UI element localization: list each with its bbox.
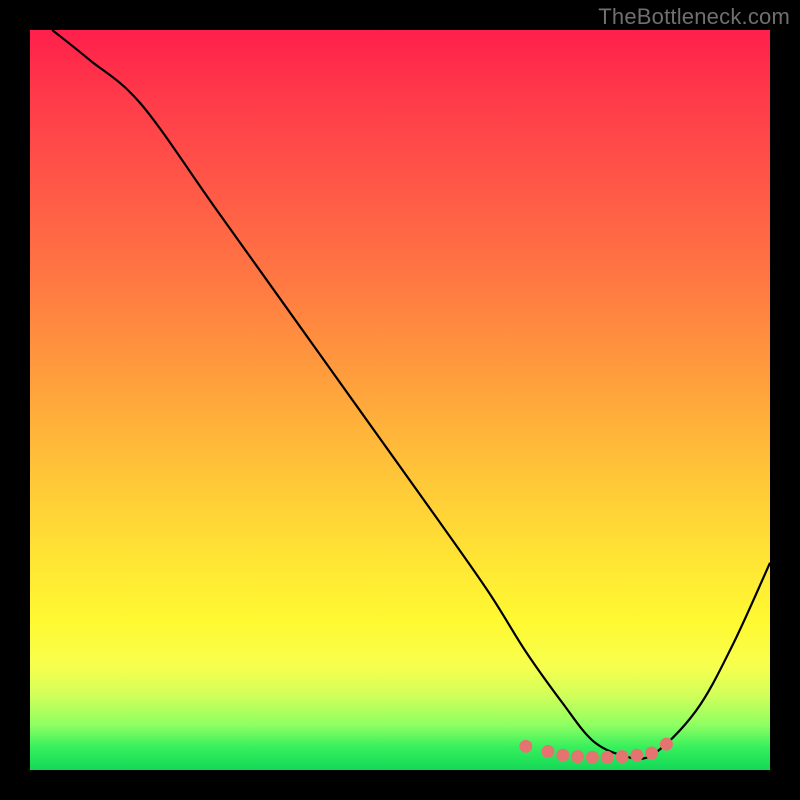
bottleneck-curve-path (52, 30, 770, 759)
optimal-marker (571, 750, 584, 763)
optimal-marker (601, 751, 614, 764)
optimal-marker (556, 749, 569, 762)
optimal-marker (519, 740, 532, 753)
plot-area (30, 30, 770, 770)
optimal-marker (616, 750, 629, 763)
optimal-marker (630, 749, 643, 762)
watermark-text: TheBottleneck.com (598, 4, 790, 30)
curve-layer (30, 30, 770, 770)
optimal-marker (586, 751, 599, 764)
optimal-marker (542, 745, 555, 758)
chart-frame: TheBottleneck.com (0, 0, 800, 800)
optimal-range-markers (519, 738, 673, 764)
optimal-marker (645, 746, 658, 759)
optimal-marker (660, 738, 673, 751)
